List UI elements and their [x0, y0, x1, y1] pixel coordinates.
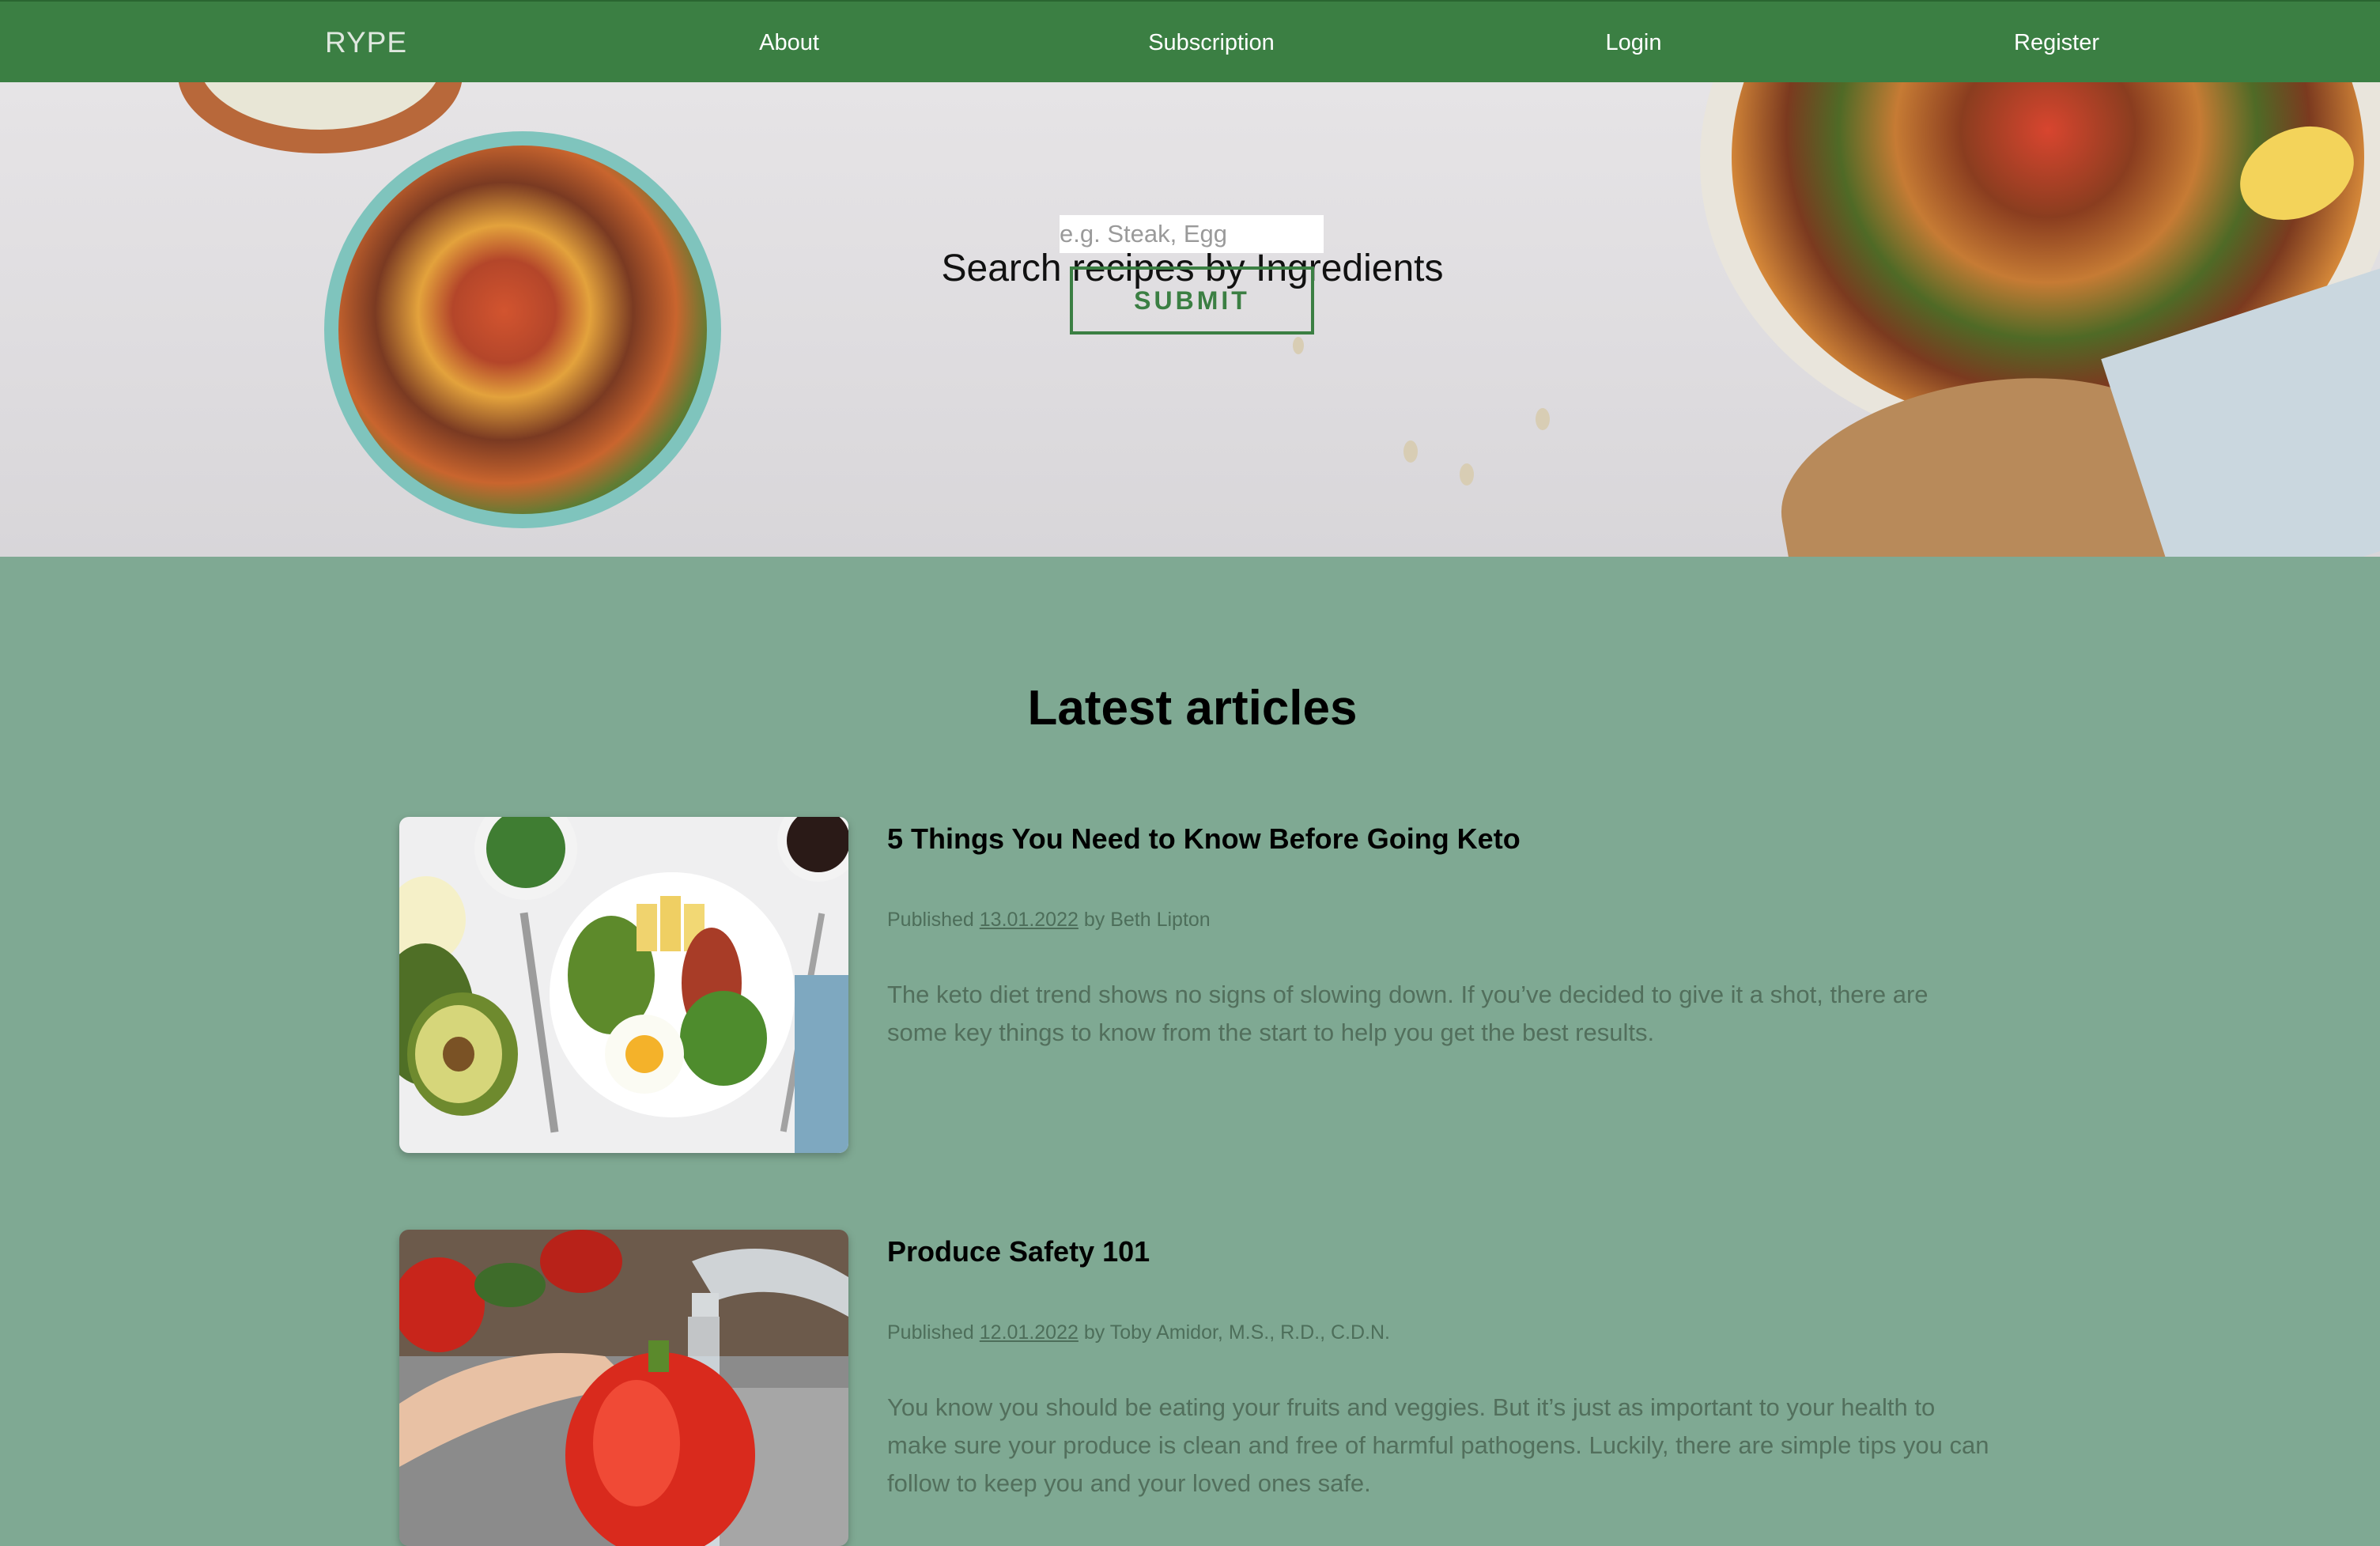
keto-plate-image — [399, 817, 848, 1153]
author-prefix: by — [1083, 1321, 1105, 1344]
article-title-produce[interactable]: Produce Safety 101 — [887, 1235, 1150, 1268]
ingredient-search-input[interactable] — [1060, 215, 1324, 253]
article-excerpt-produce: You know you should be eating your fruit… — [887, 1393, 1989, 1497]
author-prefix: by — [1083, 909, 1105, 931]
pepper-washing-image — [399, 1230, 848, 1546]
article-author: Beth Lipton — [1110, 909, 1211, 931]
nav-link-about[interactable]: About — [759, 2, 819, 84]
submit-button[interactable]: SUBMIT — [1070, 266, 1314, 335]
article-date[interactable]: 12.01.2022 — [980, 1321, 1079, 1344]
top-navbar: RYPE About Subscription Login Register — [0, 0, 2380, 82]
nav-link-register[interactable]: Register — [2014, 2, 2099, 84]
nav-link-subscription[interactable]: Subscription — [1148, 2, 1275, 84]
nav-link-login[interactable]: Login — [1606, 2, 1662, 84]
latest-articles-heading: Latest articles — [1027, 681, 1358, 735]
article-title-keto[interactable]: 5 Things You Need to Know Before Going K… — [887, 822, 1521, 856]
article-meta-keto: Published 13.01.2022 by Beth Lipton — [887, 909, 1211, 932]
article-author: Toby Amidor, M.S., R.D., C.D.N. — [1109, 1321, 1390, 1344]
article-image-produce[interactable] — [399, 1230, 848, 1546]
published-label: Published — [887, 1321, 974, 1344]
brand-logo[interactable]: RYPE — [325, 2, 407, 84]
article-meta-produce: Published 12.01.2022 by Toby Amidor, M.S… — [887, 1321, 1390, 1344]
article-excerpt-keto: The keto diet trend shows no signs of sl… — [887, 981, 1929, 1046]
article-image-keto[interactable] — [399, 817, 848, 1153]
article-date[interactable]: 13.01.2022 — [980, 909, 1079, 931]
published-label: Published — [887, 909, 974, 931]
